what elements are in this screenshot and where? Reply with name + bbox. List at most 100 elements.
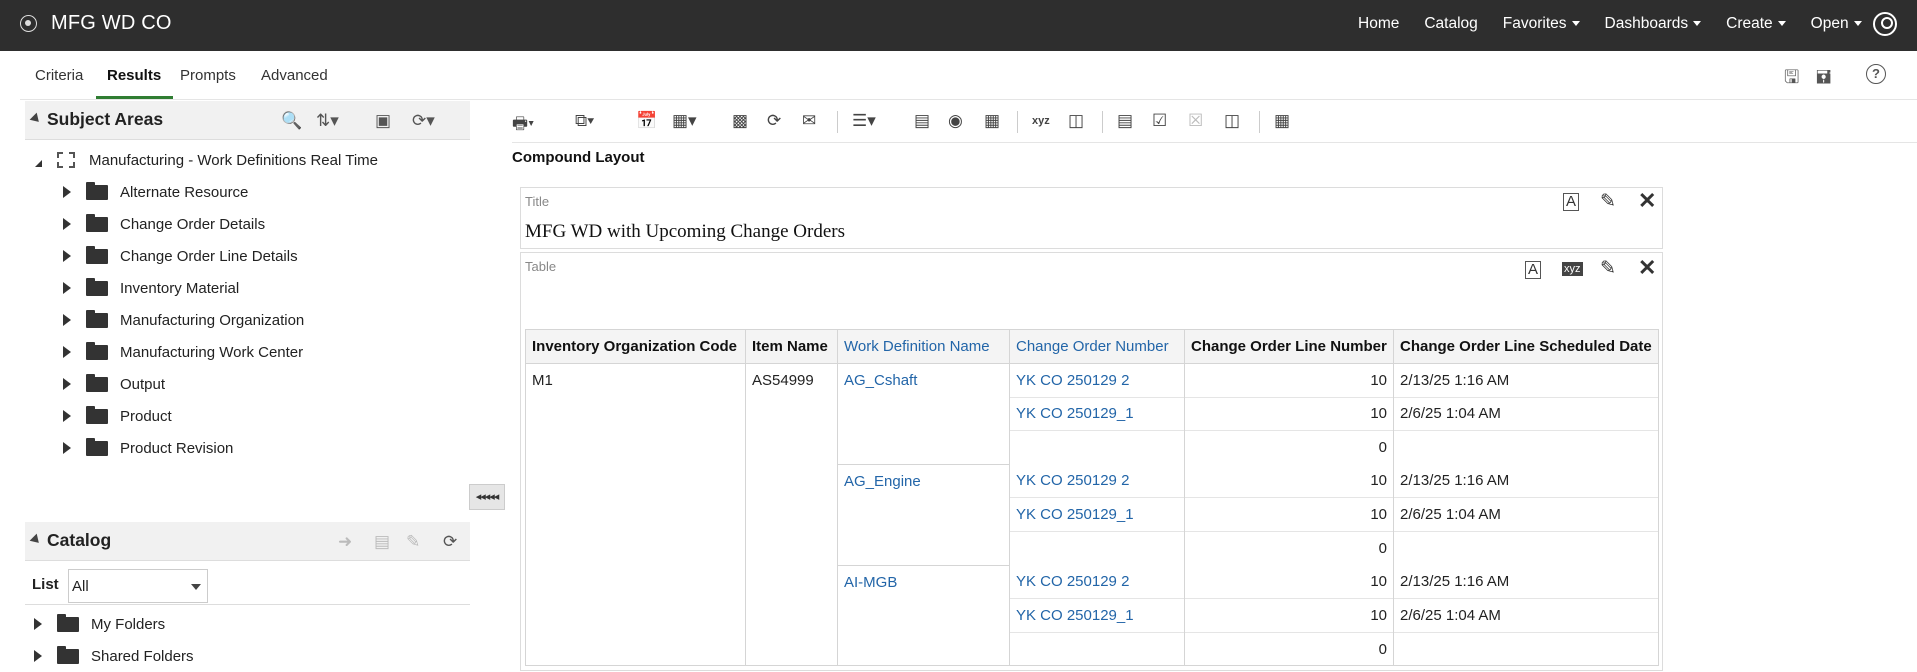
sort-icon[interactable]: ⇅▾ bbox=[316, 111, 339, 131]
xyz-icon[interactable]: xyz bbox=[1562, 262, 1583, 276]
subject-area-root[interactable]: Manufacturing - Work Definitions Real Ti… bbox=[35, 144, 378, 176]
catalog-folder-shared[interactable]: Shared Folders bbox=[34, 640, 194, 672]
xyz-icon[interactable]: xyz bbox=[1032, 115, 1050, 127]
cell-change-order-number[interactable]: YK CO 250129 2 bbox=[1009, 565, 1185, 599]
cell-work-definition[interactable]: AG_Engine bbox=[837, 464, 1010, 566]
expand-icon[interactable] bbox=[63, 410, 71, 422]
folder-icon bbox=[86, 277, 108, 296]
edit-view-icon[interactable]: ▤ bbox=[1117, 111, 1133, 131]
tab-results[interactable]: Results bbox=[107, 67, 161, 84]
expand-icon[interactable] bbox=[63, 442, 71, 454]
col-header-scheduled-date[interactable]: Change Order Line Scheduled Date bbox=[1393, 329, 1659, 364]
cell-change-order-number bbox=[1009, 631, 1185, 667]
subject-area-folder[interactable]: Product Revision bbox=[63, 432, 233, 456]
expand-icon[interactable] bbox=[34, 650, 42, 662]
search-icon[interactable]: 🔍 bbox=[281, 111, 302, 131]
export-icon[interactable]: ⧉▾ bbox=[575, 111, 594, 131]
folder-label: Manufacturing Organization bbox=[120, 311, 305, 329]
expand-icon[interactable] bbox=[63, 250, 71, 262]
subject-area-folder[interactable]: Inventory Material bbox=[63, 272, 239, 304]
refresh-icon[interactable]: ⟳▾ bbox=[412, 111, 435, 131]
edit-view-icon[interactable]: ✎ bbox=[1600, 257, 1616, 280]
list-select[interactable]: All bbox=[68, 569, 208, 603]
expand-icon[interactable] bbox=[63, 218, 71, 230]
folder-label: Change Order Line Details bbox=[120, 247, 298, 265]
remove-view-icon[interactable]: ✕ bbox=[1638, 255, 1656, 281]
expand-icon[interactable] bbox=[63, 282, 71, 294]
col-header-change-order-number[interactable]: Change Order Number bbox=[1009, 329, 1185, 364]
cell-scheduled-date: 2/13/25 1:16 AM bbox=[1393, 363, 1659, 398]
subject-area-folder[interactable]: Change Order Details bbox=[63, 208, 265, 240]
subject-area-folder[interactable]: Output bbox=[63, 368, 165, 400]
remove-view-icon[interactable]: ✕ bbox=[1638, 188, 1656, 214]
save-as-icon[interactable]: 🖬 bbox=[1816, 65, 1831, 95]
col-header-work-definition[interactable]: Work Definition Name bbox=[837, 329, 1010, 364]
user-profile-icon[interactable] bbox=[1873, 12, 1897, 36]
nav-item-open[interactable]: Open bbox=[1811, 15, 1862, 33]
cell-change-order-number[interactable]: YK CO 250129 2 bbox=[1009, 464, 1185, 498]
cell-change-order-number[interactable]: YK CO 250129_1 bbox=[1009, 396, 1185, 431]
cell-change-order-number bbox=[1009, 530, 1185, 566]
expand-icon[interactable] bbox=[63, 378, 71, 390]
expand-icon[interactable] bbox=[63, 186, 71, 198]
calc-item-icon[interactable]: ▦ bbox=[984, 111, 1000, 131]
nav-item-home[interactable]: Home bbox=[1358, 15, 1399, 33]
subject-area-folder[interactable]: Manufacturing Organization bbox=[63, 304, 304, 336]
tab-advanced[interactable]: Advanced bbox=[261, 67, 328, 84]
cell-change-order-line-number: 0 bbox=[1184, 530, 1394, 566]
help-icon[interactable]: ? bbox=[1866, 64, 1886, 84]
brand[interactable]: MFG WD CO bbox=[20, 12, 172, 35]
format-view-icon[interactable]: A bbox=[1563, 193, 1580, 211]
cell-change-order-number[interactable]: YK CO 250129_1 bbox=[1009, 497, 1185, 532]
subject-area-folder[interactable]: Alternate Resource bbox=[63, 176, 248, 208]
expand-icon[interactable] bbox=[34, 618, 42, 630]
new-view-icon[interactable]: ☰▾ bbox=[852, 111, 876, 131]
nav-item-dashboards[interactable]: Dashboards bbox=[1605, 15, 1702, 33]
table-view-label: Table bbox=[525, 259, 557, 274]
nav-item-catalog[interactable]: Catalog bbox=[1424, 15, 1477, 33]
navigator-icon[interactable] bbox=[20, 15, 37, 32]
tab-prompts[interactable]: Prompts bbox=[180, 67, 236, 84]
cell-work-definition[interactable]: AG_Cshaft bbox=[837, 363, 1010, 465]
pane-collapse-handle[interactable]: ◂◂◂◂◂ bbox=[469, 484, 505, 510]
nav-item-create[interactable]: Create bbox=[1726, 15, 1786, 33]
filter-icon[interactable]: ▩ bbox=[732, 111, 748, 131]
subject-area-folder[interactable]: Change Order Line Details bbox=[63, 240, 298, 272]
compare-icon[interactable]: ◫ bbox=[1224, 111, 1240, 131]
schedule-icon[interactable]: 📅 bbox=[636, 111, 657, 131]
add-view-icon[interactable]: ▤ bbox=[914, 111, 930, 131]
collapse-icon[interactable] bbox=[35, 153, 42, 167]
subject-area-folder[interactable]: Manufacturing Work Center bbox=[63, 336, 303, 368]
email-icon[interactable]: ✉ bbox=[802, 111, 816, 131]
checklist-icon[interactable]: ☑ bbox=[1152, 111, 1167, 131]
nav-item-favorites[interactable]: Favorites bbox=[1503, 15, 1580, 33]
print-icon[interactable]: 🖶▾ bbox=[512, 111, 534, 140]
subject-areas-header[interactable]: Subject Areas 🔍 ⇅▾ ▣ ⟳▾ bbox=[25, 101, 470, 140]
tab-criteria[interactable]: Criteria bbox=[35, 67, 83, 84]
format-view-icon[interactable]: A bbox=[1525, 261, 1542, 279]
cell-work-definition[interactable]: AI-MGB bbox=[837, 565, 1010, 667]
catalog-refresh-icon[interactable]: ⟳ bbox=[443, 532, 457, 552]
cell-change-order-line-number: 10 bbox=[1184, 598, 1394, 633]
catalog-folder-my[interactable]: My Folders bbox=[34, 608, 165, 640]
catalog-header[interactable]: Catalog ➜ ▤ ✎ ⟳ bbox=[25, 522, 470, 561]
cell-change-order-number[interactable]: YK CO 250129_1 bbox=[1009, 598, 1185, 633]
refresh-results-icon[interactable]: ⟳ bbox=[767, 111, 781, 131]
expand-icon[interactable] bbox=[63, 314, 71, 326]
results-table: Inventory Organization Code Item Name Wo… bbox=[525, 329, 1659, 667]
deliver-icon[interactable]: ▦▾ bbox=[672, 111, 697, 131]
col-header-inventory-org[interactable]: Inventory Organization Code bbox=[525, 329, 746, 364]
col-header-change-order-line-number[interactable]: Change Order Line Number bbox=[1184, 329, 1394, 364]
fit-icon[interactable]: ▣ bbox=[375, 111, 391, 131]
text-icon[interactable]: ◫ bbox=[1068, 111, 1084, 131]
subject-area-folder[interactable]: Product bbox=[63, 400, 172, 432]
folder-icon bbox=[86, 405, 108, 424]
expand-icon[interactable] bbox=[63, 346, 71, 358]
folder-icon bbox=[57, 645, 79, 664]
group-icon[interactable]: ◉ bbox=[948, 111, 963, 131]
edit-view-icon[interactable]: ✎ bbox=[1600, 190, 1616, 213]
save-icon[interactable]: 🖫 bbox=[1784, 65, 1799, 95]
cell-change-order-number[interactable]: YK CO 250129 2 bbox=[1009, 363, 1185, 398]
chart-icon[interactable]: ▦ bbox=[1274, 111, 1290, 131]
col-header-item-name[interactable]: Item Name bbox=[745, 329, 838, 364]
